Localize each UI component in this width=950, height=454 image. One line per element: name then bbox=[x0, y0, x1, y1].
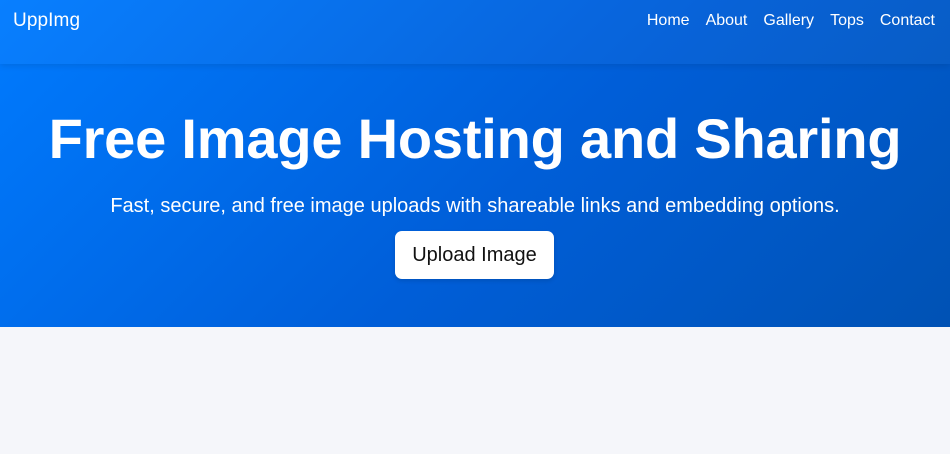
upload-image-button[interactable]: Upload Image bbox=[395, 231, 554, 279]
nav-link-contact[interactable]: Contact bbox=[880, 12, 935, 30]
hero-section: Free Image Hosting and Sharing Fast, sec… bbox=[0, 64, 950, 327]
nav-link-gallery[interactable]: Gallery bbox=[763, 12, 814, 30]
navbar: UppImg Home About Gallery Tops Contact bbox=[0, 0, 950, 64]
hero-title: Free Image Hosting and Sharing bbox=[48, 107, 902, 170]
nav-link-about[interactable]: About bbox=[706, 12, 748, 30]
nav-link-home[interactable]: Home bbox=[647, 12, 690, 30]
brand-logo-link[interactable]: UppImg bbox=[13, 10, 80, 32]
main-navigation: Home About Gallery Tops Contact bbox=[647, 12, 935, 30]
hero-subtitle: Fast, secure, and free image uploads wit… bbox=[110, 195, 840, 217]
nav-link-tops[interactable]: Tops bbox=[830, 12, 864, 30]
